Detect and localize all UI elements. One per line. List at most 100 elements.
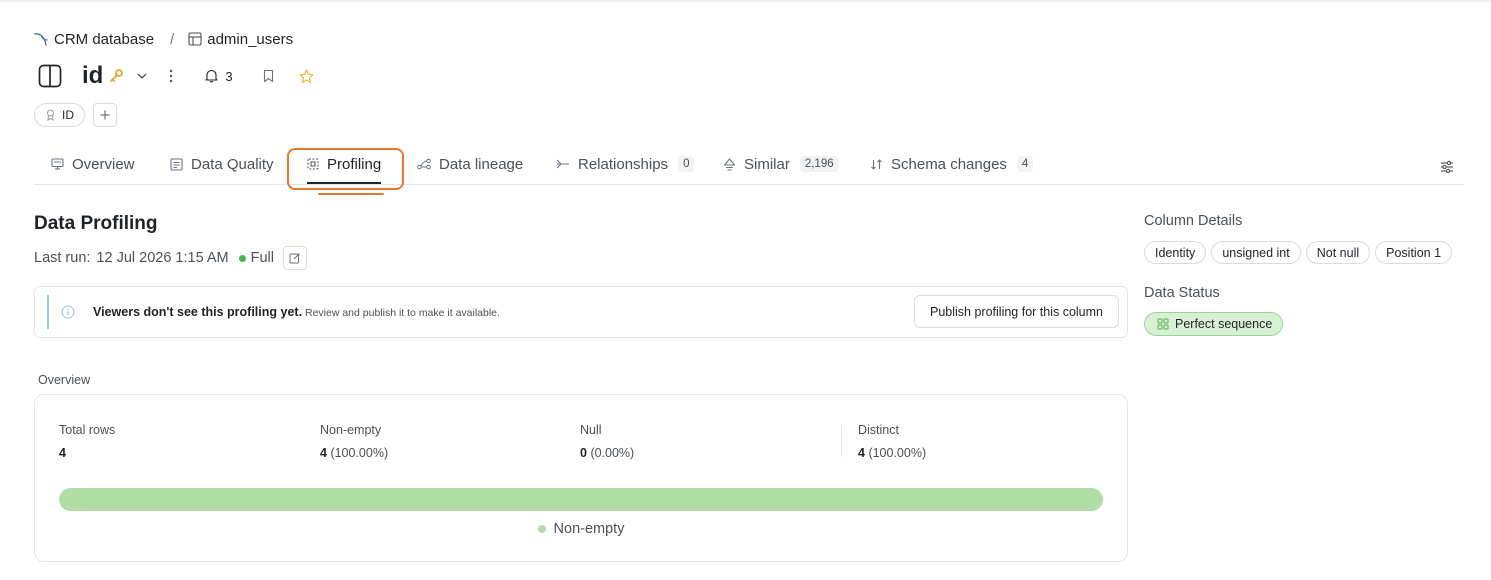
tag-label: ID	[62, 108, 74, 122]
column-details-title: Column Details	[1144, 213, 1243, 229]
favorite-button[interactable]	[298, 68, 314, 84]
stat-percent: (100.00%)	[868, 446, 927, 460]
tab-relationships[interactable]: Relationships 0	[556, 150, 695, 178]
title-dropdown-button[interactable]	[137, 72, 147, 80]
breadcrumb: CRM database / admin_users	[33, 29, 293, 49]
detail-chip: unsigned int	[1211, 241, 1301, 264]
data-status-chip: Perfect sequence	[1144, 312, 1284, 336]
stat-value-row: 0 (0.00%)	[580, 446, 634, 460]
breadcrumb-table[interactable]: admin_users	[188, 31, 293, 48]
chart-legend: Non-empty	[35, 521, 1127, 537]
tab-label: Data lineage	[439, 155, 524, 173]
tab-profiling[interactable]: Profiling	[307, 150, 382, 184]
breadcrumb-table-label: admin_users	[207, 30, 294, 48]
title-row: id 3	[37, 61, 314, 91]
mysql-dolphin-icon	[34, 33, 48, 46]
stat-value: 4	[320, 446, 327, 460]
stat-value-row: 4	[59, 446, 115, 460]
legend-label: Non-empty	[553, 521, 625, 537]
publish-profiling-button[interactable]: Publish profiling for this column	[914, 295, 1119, 328]
tab-label: Profiling	[327, 155, 382, 173]
detail-chip: Not null	[1305, 241, 1371, 264]
notice-accent-bar	[47, 295, 49, 329]
section-title: Data Profiling	[34, 213, 158, 234]
stat-distinct: Distinct 4 (100.00%)	[858, 423, 926, 460]
non-empty-progress-bar	[59, 488, 1103, 511]
breadcrumb-database[interactable]: CRM database	[33, 31, 154, 48]
toggle-panel-button[interactable]	[37, 63, 63, 89]
breadcrumb-separator: /	[170, 30, 175, 48]
stat-percent: (0.00%)	[590, 446, 635, 460]
edit-profiling-button[interactable]	[283, 246, 308, 270]
last-run-value: 12 Jul 2026 1:15 AM	[96, 250, 229, 266]
overview-card: Total rows 4 Non-empty 4 (100.00%) Null …	[34, 394, 1128, 562]
tab-similar[interactable]: Similar 2,196	[723, 150, 839, 178]
tab-label: Similar	[744, 155, 790, 173]
top-divider	[0, 0, 1491, 2]
last-run-label: Last run:	[34, 250, 91, 266]
detail-chip: Position 1	[1375, 241, 1453, 264]
add-tag-button[interactable]	[93, 103, 117, 127]
stat-value-row: 4 (100.00%)	[858, 446, 926, 460]
stat-divider	[841, 425, 842, 457]
bookmark-button[interactable]	[263, 69, 274, 83]
legend-dot	[537, 525, 546, 533]
tag-row: ID	[34, 103, 117, 127]
badge-icon	[46, 109, 55, 121]
tag-chip-id[interactable]: ID	[34, 103, 85, 127]
notifications-button[interactable]: 3	[205, 68, 233, 84]
overview-label: Overview	[38, 373, 91, 387]
schema-changes-icon	[871, 158, 882, 170]
stat-non-empty: Non-empty 4 (100.00%)	[320, 423, 388, 460]
overview-icon	[51, 158, 64, 170]
publish-notice: Viewers don't see this profiling yet. Re…	[34, 286, 1128, 338]
bookmark-icon	[263, 69, 273, 83]
similar-icon	[723, 157, 736, 171]
bell-icon	[205, 69, 218, 83]
stat-value: 4	[858, 446, 865, 460]
tab-count: 4	[1016, 156, 1034, 172]
annotation-underline	[318, 193, 384, 195]
more-vertical-icon	[170, 69, 173, 83]
sidebar-panel-icon	[38, 64, 62, 88]
lineage-icon	[417, 158, 431, 170]
tab-overview[interactable]: Overview	[51, 150, 135, 178]
stat-label: Distinct	[858, 423, 899, 437]
breadcrumb-database-label: CRM database	[54, 30, 155, 48]
progress-fill	[59, 488, 1103, 511]
run-type: Full	[250, 250, 275, 266]
tab-data-lineage[interactable]: Data lineage	[417, 150, 523, 178]
stat-value: 4	[59, 446, 66, 460]
info-icon	[61, 305, 75, 319]
tab-label: Relationships	[578, 155, 669, 173]
tab-schema-changes[interactable]: Schema changes 4	[870, 150, 1034, 178]
tab-count: 0	[678, 156, 695, 172]
grid-icon	[1157, 318, 1169, 330]
data-quality-icon	[170, 157, 183, 171]
data-status-value: Perfect sequence	[1175, 317, 1273, 331]
profiling-icon	[307, 158, 319, 170]
primary-key-icon	[109, 69, 124, 83]
more-options-button[interactable]	[169, 69, 173, 83]
stat-label: Total rows	[59, 423, 116, 437]
stat-null: Null 0 (0.00%)	[580, 423, 634, 460]
status-dot	[238, 254, 246, 262]
last-run-row: Last run: 12 Jul 2026 1:15 AM Full	[34, 245, 308, 271]
sliders-icon	[1441, 160, 1453, 174]
data-status-title: Data Status	[1144, 285, 1220, 301]
chevron-down-icon	[137, 73, 147, 79]
stat-value-row: 4 (100.00%)	[320, 446, 388, 460]
notification-count: 3	[225, 68, 233, 84]
stat-percent: (100.00%)	[330, 446, 389, 460]
tab-label: Schema changes	[891, 155, 1007, 173]
stat-label: Null	[580, 423, 602, 437]
tab-settings-button[interactable]	[1440, 160, 1454, 179]
detail-chip: Identity	[1144, 241, 1207, 264]
tab-data-quality[interactable]: Data Quality	[170, 150, 274, 178]
column-details-chips: Identity unsigned int Not null Position …	[1144, 241, 1453, 264]
star-icon	[298, 68, 314, 83]
relationships-icon	[556, 159, 569, 169]
stat-total-rows: Total rows 4	[59, 423, 115, 460]
tab-count: 2,196	[799, 156, 839, 172]
tab-label: Data Quality	[191, 155, 274, 173]
